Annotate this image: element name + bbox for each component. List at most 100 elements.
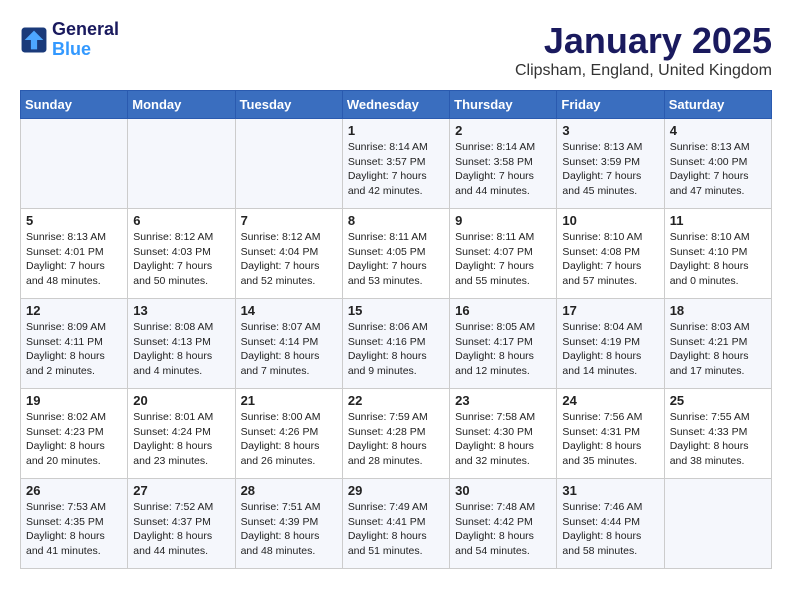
day-number: 15	[348, 303, 444, 318]
calendar-week-row: 26Sunrise: 7:53 AM Sunset: 4:35 PM Dayli…	[21, 479, 772, 569]
calendar-table: SundayMondayTuesdayWednesdayThursdayFrid…	[20, 90, 772, 569]
day-number: 29	[348, 483, 444, 498]
day-info: Sunrise: 7:52 AM Sunset: 4:37 PM Dayligh…	[133, 500, 229, 559]
calendar-day-cell: 25Sunrise: 7:55 AM Sunset: 4:33 PM Dayli…	[664, 389, 771, 479]
day-number: 6	[133, 213, 229, 228]
calendar-day-cell: 30 Sunrise: 7:48 AM Sunset: 4:42 PM Dayli…	[450, 479, 557, 569]
calendar-day-cell: 3Sunrise: 8:13 AM Sunset: 3:59 PM Daylig…	[557, 119, 664, 209]
day-info: Sunrise: 7:59 AM Sunset: 4:28 PM Dayligh…	[348, 410, 444, 469]
calendar-day-cell: 13Sunrise: 8:08 AM Sunset: 4:13 PM Dayli…	[128, 299, 235, 389]
day-number: 7	[241, 213, 337, 228]
day-number: 19	[26, 393, 122, 408]
day-number: 22	[348, 393, 444, 408]
day-info: Sunrise: 8:09 AM Sunset: 4:11 PM Dayligh…	[26, 320, 122, 379]
logo-icon	[20, 26, 48, 54]
logo: General Blue	[20, 20, 119, 60]
calendar-day-cell	[235, 119, 342, 209]
day-info: Sunrise: 8:06 AM Sunset: 4:16 PM Dayligh…	[348, 320, 444, 379]
calendar-day-cell: 6 Sunrise: 8:12 AM Sunset: 4:03 PM Daylig…	[128, 209, 235, 299]
day-number: 9	[455, 213, 551, 228]
calendar-day-cell: 12Sunrise: 8:09 AM Sunset: 4:11 PM Dayli…	[21, 299, 128, 389]
calendar-day-cell: 28Sunrise: 7:51 AM Sunset: 4:39 PM Dayli…	[235, 479, 342, 569]
calendar-day-cell: 26Sunrise: 7:53 AM Sunset: 4:35 PM Dayli…	[21, 479, 128, 569]
day-info: Sunrise: 8:10 AM Sunset: 4:10 PM Dayligh…	[670, 230, 766, 289]
day-number: 16	[455, 303, 551, 318]
day-number: 30	[455, 483, 551, 498]
day-number: 18	[670, 303, 766, 318]
calendar-day-cell: 14 Sunrise: 8:07 AM Sunset: 4:14 PM Dayli…	[235, 299, 342, 389]
day-info: Sunrise: 8:00 AM Sunset: 4:26 PM Dayligh…	[241, 410, 337, 469]
calendar-day-cell	[21, 119, 128, 209]
day-info: Sunrise: 8:03 AM Sunset: 4:21 PM Dayligh…	[670, 320, 766, 379]
calendar-week-row: 1Sunrise: 8:14 AM Sunset: 3:57 PM Daylig…	[21, 119, 772, 209]
day-number: 24	[562, 393, 658, 408]
day-number: 10	[562, 213, 658, 228]
day-number: 23	[455, 393, 551, 408]
day-number: 26	[26, 483, 122, 498]
weekday-header-cell: Monday	[128, 91, 235, 119]
day-info: Sunrise: 8:14 AM Sunset: 3:57 PM Dayligh…	[348, 140, 444, 199]
calendar-day-cell: 15 Sunrise: 8:06 AM Sunset: 4:16 PM Dayli…	[342, 299, 449, 389]
calendar-day-cell: 23 Sunrise: 7:58 AM Sunset: 4:30 PM Dayli…	[450, 389, 557, 479]
calendar-day-cell: 27Sunrise: 7:52 AM Sunset: 4:37 PM Dayli…	[128, 479, 235, 569]
day-number: 14	[241, 303, 337, 318]
day-info: Sunrise: 8:12 AM Sunset: 4:04 PM Dayligh…	[241, 230, 337, 289]
day-number: 11	[670, 213, 766, 228]
calendar-day-cell: 4 Sunrise: 8:13 AM Sunset: 4:00 PM Daylig…	[664, 119, 771, 209]
location: Clipsham, England, United Kingdom	[515, 62, 772, 80]
day-number: 3	[562, 123, 658, 138]
calendar-day-cell: 22 Sunrise: 7:59 AM Sunset: 4:28 PM Dayli…	[342, 389, 449, 479]
calendar-day-cell: 16Sunrise: 8:05 AM Sunset: 4:17 PM Dayli…	[450, 299, 557, 389]
day-info: Sunrise: 8:11 AM Sunset: 4:07 PM Dayligh…	[455, 230, 551, 289]
day-info: Sunrise: 7:58 AM Sunset: 4:30 PM Dayligh…	[455, 410, 551, 469]
calendar-day-cell	[128, 119, 235, 209]
calendar-day-cell: 31 Sunrise: 7:46 AM Sunset: 4:44 PM Dayli…	[557, 479, 664, 569]
weekday-header-cell: Saturday	[664, 91, 771, 119]
day-info: Sunrise: 7:46 AM Sunset: 4:44 PM Dayligh…	[562, 500, 658, 559]
day-number: 21	[241, 393, 337, 408]
calendar-day-cell: 11 Sunrise: 8:10 AM Sunset: 4:10 PM Dayli…	[664, 209, 771, 299]
calendar-day-cell: 9 Sunrise: 8:11 AM Sunset: 4:07 PM Daylig…	[450, 209, 557, 299]
page-header: General Blue January 2025 Clipsham, Engl…	[20, 20, 772, 80]
day-info: Sunrise: 8:13 AM Sunset: 4:00 PM Dayligh…	[670, 140, 766, 199]
day-number: 17	[562, 303, 658, 318]
calendar-body: 1Sunrise: 8:14 AM Sunset: 3:57 PM Daylig…	[21, 119, 772, 569]
calendar-day-cell: 2Sunrise: 8:14 AM Sunset: 3:58 PM Daylig…	[450, 119, 557, 209]
calendar-day-cell: 19 Sunrise: 8:02 AM Sunset: 4:23 PM Dayli…	[21, 389, 128, 479]
day-info: Sunrise: 8:12 AM Sunset: 4:03 PM Dayligh…	[133, 230, 229, 289]
day-info: Sunrise: 8:10 AM Sunset: 4:08 PM Dayligh…	[562, 230, 658, 289]
month-title: January 2025	[515, 20, 772, 62]
day-info: Sunrise: 7:48 AM Sunset: 4:42 PM Dayligh…	[455, 500, 551, 559]
calendar-day-cell: 21 Sunrise: 8:00 AM Sunset: 4:26 PM Dayli…	[235, 389, 342, 479]
day-info: Sunrise: 7:49 AM Sunset: 4:41 PM Dayligh…	[348, 500, 444, 559]
weekday-header-cell: Sunday	[21, 91, 128, 119]
day-info: Sunrise: 8:02 AM Sunset: 4:23 PM Dayligh…	[26, 410, 122, 469]
day-info: Sunrise: 8:07 AM Sunset: 4:14 PM Dayligh…	[241, 320, 337, 379]
day-number: 5	[26, 213, 122, 228]
calendar-day-cell: 24 Sunrise: 7:56 AM Sunset: 4:31 PM Dayli…	[557, 389, 664, 479]
weekday-header-cell: Friday	[557, 91, 664, 119]
day-info: Sunrise: 8:11 AM Sunset: 4:05 PM Dayligh…	[348, 230, 444, 289]
calendar-day-cell: 7 Sunrise: 8:12 AM Sunset: 4:04 PM Daylig…	[235, 209, 342, 299]
calendar-day-cell: 1Sunrise: 8:14 AM Sunset: 3:57 PM Daylig…	[342, 119, 449, 209]
day-number: 31	[562, 483, 658, 498]
calendar-day-cell: 18 Sunrise: 8:03 AM Sunset: 4:21 PM Dayli…	[664, 299, 771, 389]
day-number: 28	[241, 483, 337, 498]
weekday-header-cell: Wednesday	[342, 91, 449, 119]
calendar-day-cell: 5 Sunrise: 8:13 AM Sunset: 4:01 PM Daylig…	[21, 209, 128, 299]
calendar-day-cell: 10 Sunrise: 8:10 AM Sunset: 4:08 PM Dayli…	[557, 209, 664, 299]
calendar-day-cell: 29 Sunrise: 7:49 AM Sunset: 4:41 PM Dayli…	[342, 479, 449, 569]
day-info: Sunrise: 8:01 AM Sunset: 4:24 PM Dayligh…	[133, 410, 229, 469]
calendar-week-row: 5 Sunrise: 8:13 AM Sunset: 4:01 PM Daylig…	[21, 209, 772, 299]
day-number: 4	[670, 123, 766, 138]
day-number: 8	[348, 213, 444, 228]
day-info: Sunrise: 8:04 AM Sunset: 4:19 PM Dayligh…	[562, 320, 658, 379]
weekday-header-cell: Tuesday	[235, 91, 342, 119]
day-info: Sunrise: 8:14 AM Sunset: 3:58 PM Dayligh…	[455, 140, 551, 199]
day-info: Sunrise: 8:13 AM Sunset: 4:01 PM Dayligh…	[26, 230, 122, 289]
calendar-week-row: 19 Sunrise: 8:02 AM Sunset: 4:23 PM Dayli…	[21, 389, 772, 479]
day-info: Sunrise: 7:56 AM Sunset: 4:31 PM Dayligh…	[562, 410, 658, 469]
day-info: Sunrise: 8:08 AM Sunset: 4:13 PM Dayligh…	[133, 320, 229, 379]
calendar-day-cell: 20Sunrise: 8:01 AM Sunset: 4:24 PM Dayli…	[128, 389, 235, 479]
calendar-day-cell	[664, 479, 771, 569]
